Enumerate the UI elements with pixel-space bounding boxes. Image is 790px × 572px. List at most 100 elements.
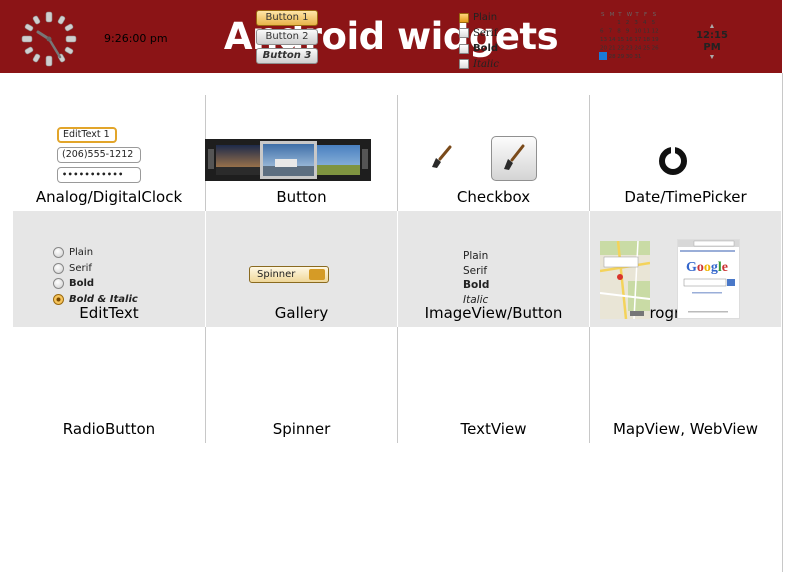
checkbox-italic[interactable]: Italic xyxy=(459,57,499,73)
calendar-weekday-header: F xyxy=(644,12,647,18)
calendar-day[interactable]: 14 xyxy=(609,37,616,43)
analog-clock-icon xyxy=(21,11,77,67)
calendar-day[interactable]: 13 xyxy=(600,37,607,43)
time-up-arrow-icon[interactable]: ▲ xyxy=(690,23,734,30)
calendar-day[interactable]: 21 xyxy=(609,46,616,52)
calendar-day[interactable]: 4 xyxy=(643,20,647,26)
textview-italic: Italic xyxy=(463,293,489,306)
calendar-day[interactable]: 18 xyxy=(643,37,650,43)
caption-textview: TextView xyxy=(460,420,527,438)
checkbox-demo: Plain Serif Bold Italic xyxy=(459,10,499,72)
svg-text:Google: Google xyxy=(686,260,728,275)
time-picker[interactable]: ▲ 12:15 PM ▼ xyxy=(690,23,734,61)
calendar-day[interactable]: 29 xyxy=(617,54,624,60)
textview-demo: Plain Serif Bold Italic xyxy=(463,250,489,308)
radio-checked-icon xyxy=(53,293,64,305)
edittext-password-field[interactable]: ••••••••••• xyxy=(57,167,141,183)
caption-spinner: Spinner xyxy=(272,420,331,438)
edittext-demo: EditText 1 (206)555-1212 ••••••••••• xyxy=(57,127,141,186)
button-demo: Button 1 Button 2 Button 3 xyxy=(256,10,318,67)
time-value: 12:15 PM xyxy=(696,30,728,53)
calendar-day[interactable]: 8 xyxy=(617,29,621,35)
cell-textview: TextView xyxy=(397,327,589,443)
checkbox-bold[interactable]: Bold xyxy=(459,41,499,57)
calendar-weekday-header: S xyxy=(601,12,605,18)
map-view[interactable] xyxy=(600,241,650,319)
calendar-day[interactable]: 12 xyxy=(652,29,659,35)
calendar-day[interactable]: 28 xyxy=(609,54,616,60)
caption-checkbox: Checkbox xyxy=(456,188,531,206)
button-1[interactable]: Button 1 xyxy=(256,10,318,26)
image-button[interactable] xyxy=(491,136,537,181)
gallery-strip[interactable] xyxy=(205,139,371,181)
caption-button: Button xyxy=(276,188,327,206)
calendar-day[interactable]: 30 xyxy=(626,54,633,60)
calendar-weekday-header: W xyxy=(627,12,633,18)
calendar-day[interactable]: 23 xyxy=(626,46,633,52)
checkbox-unchecked-icon xyxy=(459,28,469,39)
calendar-day[interactable]: 22 xyxy=(617,46,624,52)
paintbrush-icon xyxy=(504,144,525,170)
calendar-day[interactable]: 3 xyxy=(634,20,638,26)
caption-gallery: Gallery xyxy=(274,304,329,322)
calendar-weekday-header: M xyxy=(610,12,615,18)
calendar-day[interactable]: 15 xyxy=(617,37,624,43)
radio-unchecked-icon xyxy=(53,247,64,259)
button-2[interactable]: Button 2 xyxy=(256,29,318,45)
calendar-day[interactable]: 6 xyxy=(600,29,604,35)
checkbox-unchecked-icon xyxy=(459,43,469,54)
web-view[interactable]: Google xyxy=(677,239,740,319)
calendar-day[interactable]: 2 xyxy=(626,20,630,26)
caption-clock: Analog/DigitalClock xyxy=(35,188,183,206)
button-3[interactable]: Button 3 xyxy=(256,48,318,64)
checkbox-serif[interactable]: Serif xyxy=(459,26,499,42)
calendar-day[interactable]: 1 xyxy=(617,20,621,26)
radio-unchecked-icon xyxy=(53,278,64,290)
progress-spinner-icon xyxy=(655,143,691,179)
cell-imageview: ImageView/Button xyxy=(397,211,589,327)
date-picker-calendar[interactable]: S M T W T F S1 2 3 4 56 7 8 9 10 11 1213 14 15 16 17 18 1920 21… xyxy=(599,10,661,66)
spinner-value: Spinner xyxy=(257,269,296,280)
checkbox-unchecked-icon xyxy=(459,59,469,70)
spinner-dropdown[interactable]: Spinner xyxy=(249,266,329,283)
caption-imageview: ImageView/Button xyxy=(424,304,563,322)
caption-mapweb: MapView, WebView xyxy=(612,420,759,438)
checkbox-checked-icon xyxy=(459,12,469,23)
radio-serif[interactable]: Serif xyxy=(53,261,138,277)
textview-bold: Bold xyxy=(463,279,490,291)
paintbrush-icon xyxy=(428,143,456,171)
calendar-day[interactable]: 7 xyxy=(609,29,613,35)
edittext-phone-field[interactable]: (206)555-1212 xyxy=(57,147,141,163)
radio-bold-italic[interactable]: Bold & Italic xyxy=(53,292,138,308)
calendar-day[interactable]: 16 xyxy=(626,37,633,43)
radio-unchecked-icon xyxy=(53,262,64,274)
web-page-preview: Google xyxy=(678,240,739,313)
cell-spinner: Spinner xyxy=(205,327,397,443)
calendar-day[interactable]: 24 xyxy=(634,46,641,52)
calendar-day[interactable]: 19 xyxy=(652,37,659,43)
calendar-day[interactable]: 25 xyxy=(643,46,650,52)
calendar-day[interactable]: 26 xyxy=(652,46,659,52)
radio-bold[interactable]: Bold xyxy=(53,276,138,292)
calendar-day[interactable]: 20 xyxy=(600,46,607,52)
calendar-weekday-header: T xyxy=(634,12,639,18)
calendar-day[interactable]: 5 xyxy=(652,20,656,26)
calendar-day[interactable]: 10 xyxy=(634,29,641,35)
calendar-day[interactable]: 9 xyxy=(626,29,630,35)
calendar-day[interactable]: 31 xyxy=(634,54,641,60)
calendar-day[interactable]: 27 xyxy=(600,54,607,60)
textview-serif: Serif xyxy=(463,264,488,277)
calendar-day[interactable]: 11 xyxy=(643,29,650,35)
checkbox-plain[interactable]: Plain xyxy=(459,10,499,26)
calendar-day[interactable]: 17 xyxy=(634,37,641,43)
caption-radiobutton: RadioButton xyxy=(62,420,156,438)
spinner-arrow-icon xyxy=(309,269,325,280)
caption-datetime: Date/TimePicker xyxy=(624,188,747,206)
digital-clock: 9:26:00 pm xyxy=(104,32,168,45)
radio-demo: Plain Serif Bold Bold & Italic xyxy=(53,245,138,307)
edittext-field-1[interactable]: EditText 1 xyxy=(57,127,117,143)
radio-plain[interactable]: Plain xyxy=(53,245,138,261)
time-down-arrow-icon[interactable]: ▼ xyxy=(690,54,734,61)
cell-mapweb: MapView, WebView xyxy=(589,327,781,443)
cell-radiobutton: RadioButton xyxy=(13,327,205,443)
